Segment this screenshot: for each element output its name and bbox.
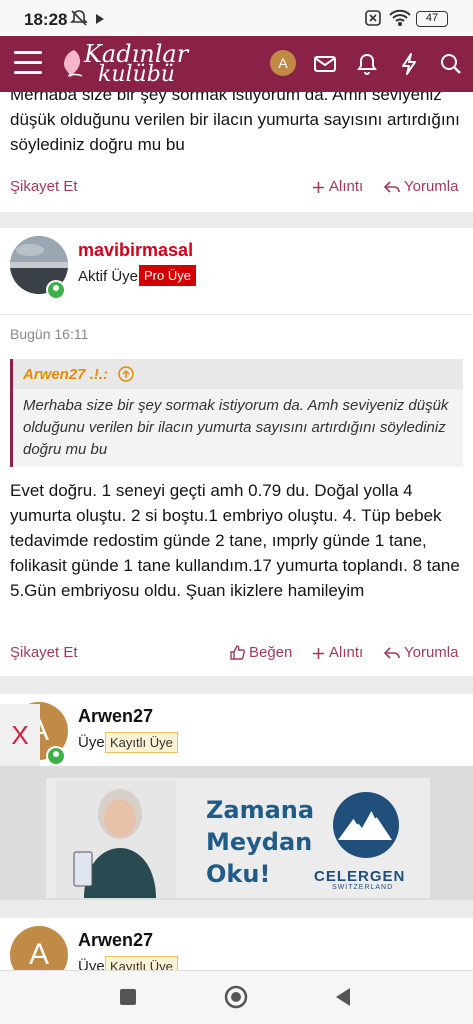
quote-header[interactable]: Arwen27 .!.: (13, 359, 463, 389)
menu-icon[interactable] (14, 51, 42, 75)
quote-author: Arwen27 .!.: (23, 366, 109, 383)
wifi-icon (389, 9, 411, 26)
plus-icon (313, 648, 324, 659)
envelope-icon[interactable] (312, 51, 338, 77)
ad-creative[interactable]: Zamana Meydan Oku! CELERGEN SWITZERLAND (46, 778, 430, 898)
post-date[interactable]: Bugün 16:11 (10, 326, 88, 342)
reply-button[interactable]: Yorumla (383, 178, 459, 195)
quote-button[interactable]: Alıntı (312, 178, 363, 195)
user-badge: Pro Üye (139, 265, 196, 286)
post-card: A Arwen27 Üye Kayıtlı Üye (0, 694, 473, 766)
reply-label: Yorumla (404, 644, 459, 661)
username[interactable]: Arwen27 (78, 706, 153, 727)
user-avatar[interactable]: A (10, 926, 68, 970)
play-icon (96, 14, 104, 24)
username[interactable]: mavibirmasal (78, 240, 193, 261)
reply-button[interactable]: Yorumla (383, 644, 459, 661)
report-link[interactable]: Şikayet Et (10, 644, 78, 661)
quote-button[interactable]: Alıntı (312, 644, 363, 661)
ad-brand-sub: SWITZERLAND (332, 884, 394, 891)
thread-content: Merhaba size bir şey sormak istiyorum da… (0, 92, 473, 970)
ad-headline-1: Zamana (206, 796, 315, 824)
lightning-icon[interactable] (396, 51, 422, 77)
quote-block: Arwen27 .!.: Merhaba size bir şey sormak… (10, 359, 463, 467)
user-role: Üye (78, 958, 105, 970)
online-status-icon (46, 746, 66, 766)
reply-label: Yorumla (404, 178, 459, 195)
online-status-icon (46, 280, 66, 300)
report-link[interactable]: Şikayet Et (10, 178, 78, 195)
status-bar: 18:28 47 (0, 0, 473, 36)
bell-icon[interactable] (354, 51, 380, 77)
ad-close-button[interactable]: X (0, 704, 40, 766)
site-logo[interactable]: Kadınlar kulübü (60, 40, 190, 90)
ad-banner[interactable]: X Zamana Meydan Oku! CELERGEN SWITZERLAN… (0, 704, 473, 900)
user-badge: Kayıtlı Üye (105, 956, 178, 970)
recent-apps-icon[interactable] (118, 987, 138, 1007)
ad-headline-2: Meydan (206, 828, 313, 856)
notifications-off-icon (70, 10, 88, 26)
ad-woman-photo (56, 778, 176, 898)
reply-icon (383, 181, 400, 193)
status-time: 18:28 (24, 10, 68, 29)
user-role: Aktif Üye (78, 268, 139, 285)
reply-icon (383, 647, 400, 659)
user-role: Üye (78, 734, 105, 751)
user-badge: Kayıtlı Üye (105, 732, 178, 753)
ad-brand-name: CELERGEN (314, 868, 406, 885)
quote-text: Merhaba size bir şey sormak istiyorum da… (23, 397, 449, 458)
home-icon[interactable] (224, 985, 248, 1009)
ad-brand-mountain-logo (333, 792, 399, 858)
like-button[interactable]: Beğen (230, 644, 292, 661)
divider (0, 314, 473, 315)
plus-icon (313, 182, 324, 193)
system-nav-bar (0, 970, 473, 1024)
sim-off-icon (365, 10, 381, 26)
post-card: mavibirmasal Aktif Üye Pro Üye Bugün 16:… (0, 228, 473, 676)
search-icon[interactable] (438, 51, 464, 77)
post-card: Merhaba size bir şey sormak istiyorum da… (0, 92, 473, 212)
logo-text-line2: kulübü (98, 62, 175, 87)
ad-headline-3: Oku! (206, 860, 271, 888)
thumbs-up-icon (230, 645, 245, 660)
post-text: Merhaba size bir şey sormak istiyorum da… (10, 92, 460, 154)
quote-label: Alıntı (329, 178, 364, 195)
app-header: Kadınlar kulübü A (0, 36, 473, 92)
post-card: A Arwen27 Üye Kayıtlı Üye (0, 918, 473, 970)
battery-indicator: 47 (416, 11, 448, 27)
arrow-up-circle-icon (118, 366, 134, 382)
quote-label: Alıntı (329, 644, 364, 661)
post-actions: Şikayet Et Beğen Alıntı Yorumla (10, 644, 463, 668)
back-icon[interactable] (334, 987, 352, 1007)
like-label: Beğen (249, 644, 293, 661)
username[interactable]: Arwen27 (78, 930, 153, 951)
post-actions: Şikayet Et Alıntı Yorumla (10, 178, 463, 202)
account-avatar[interactable]: A (270, 50, 296, 76)
post-text: Evet doğru. 1 seneyi geçti amh 0.79 du. … (10, 481, 460, 600)
